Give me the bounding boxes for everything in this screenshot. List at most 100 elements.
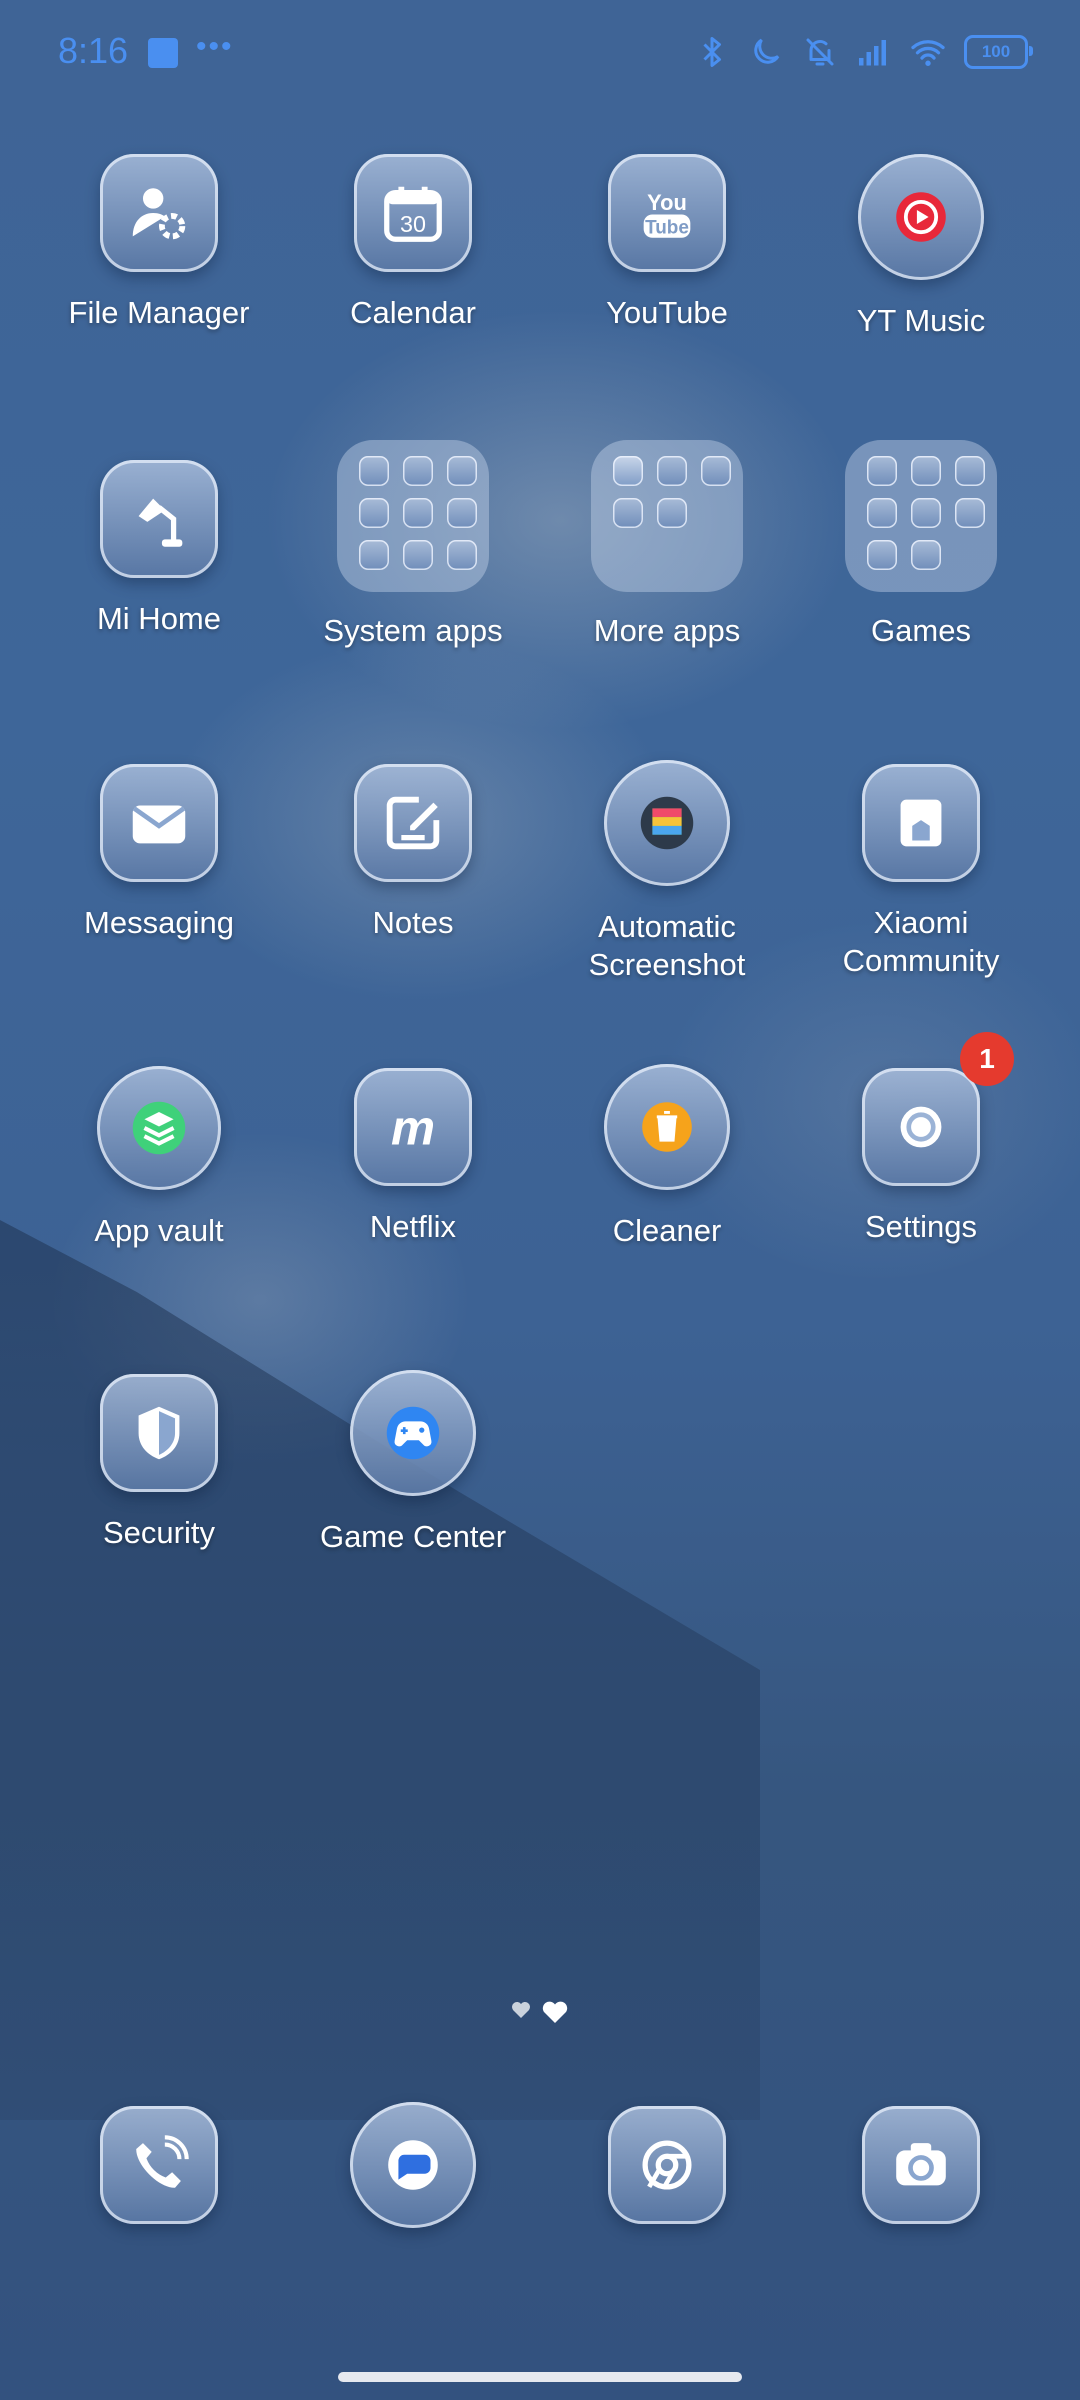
mini-app-icon bbox=[657, 498, 687, 528]
app-vault-icon bbox=[97, 1066, 221, 1190]
more-apps-folder-icon bbox=[591, 440, 743, 592]
file-manager-icon bbox=[100, 154, 218, 272]
dock-messages[interactable] bbox=[286, 2102, 540, 2228]
app-label-line1: Automatic bbox=[598, 909, 736, 944]
mini-app-icon bbox=[955, 498, 985, 528]
stop-square-icon bbox=[148, 38, 178, 68]
mini-app-icon bbox=[613, 456, 643, 486]
dock-camera[interactable] bbox=[794, 2106, 1048, 2224]
app-label: Mi Home bbox=[96, 601, 221, 636]
bluetooth-icon bbox=[703, 37, 721, 67]
mini-app-icon bbox=[447, 498, 477, 528]
phone-icon bbox=[100, 2106, 218, 2224]
app-netflix[interactable]: m Netflix bbox=[286, 1068, 540, 1246]
app-cleaner[interactable]: Cleaner bbox=[540, 1064, 794, 1250]
moon-icon bbox=[754, 38, 780, 64]
folder-system-apps[interactable]: System apps bbox=[286, 440, 540, 650]
app-label: App vault bbox=[94, 1213, 224, 1248]
folder-games[interactable]: Games bbox=[794, 440, 1048, 650]
page-dot-heart-active-icon bbox=[542, 2001, 568, 2023]
yt-music-icon bbox=[858, 154, 984, 280]
page-indicator bbox=[0, 1992, 1080, 2033]
dock-chrome[interactable] bbox=[540, 2106, 794, 2224]
mini-app-icon bbox=[657, 456, 687, 486]
home-gesture-bar[interactable] bbox=[338, 2372, 742, 2382]
app-file-manager[interactable]: File Manager bbox=[32, 154, 286, 332]
app-app-vault[interactable]: App vault bbox=[32, 1066, 286, 1250]
trash-icon bbox=[604, 1064, 730, 1190]
camera-icon bbox=[862, 2106, 980, 2224]
app-calendar[interactable]: 30 Calendar bbox=[286, 154, 540, 332]
mini-app-icon bbox=[867, 540, 897, 570]
app-label-line2: Community bbox=[842, 943, 1000, 978]
mini-app-icon bbox=[359, 456, 389, 486]
app-settings[interactable]: 1 Settings bbox=[794, 1032, 1048, 1246]
app-label: Notes bbox=[372, 905, 454, 940]
notification-badge: 1 bbox=[960, 1032, 1014, 1086]
messages-icon bbox=[350, 2102, 476, 2228]
app-automatic-screenshot[interactable]: Automatic Screenshot bbox=[540, 760, 794, 984]
app-xiaomi-community[interactable]: Xiaomi Community bbox=[794, 764, 1048, 980]
more-dots-icon: ••• bbox=[196, 30, 234, 63]
calendar-icon: 30 bbox=[354, 154, 472, 272]
mini-app-icon bbox=[359, 540, 389, 570]
app-label: Settings bbox=[864, 1209, 977, 1244]
mini-app-icon bbox=[911, 540, 941, 570]
mini-app-icon bbox=[701, 456, 731, 486]
folder-more-apps[interactable]: More apps bbox=[540, 440, 794, 650]
mini-app-icon bbox=[613, 498, 643, 528]
app-label: Cleaner bbox=[612, 1213, 722, 1248]
mini-app-icon bbox=[867, 456, 897, 486]
battery-level: 100 bbox=[981, 42, 1011, 61]
community-icon bbox=[862, 764, 980, 882]
app-label: Game Center bbox=[319, 1519, 507, 1554]
status-bar: 8:16 ••• 100 bbox=[0, 0, 1080, 110]
svg-text:m: m bbox=[391, 1100, 435, 1156]
dock-phone[interactable] bbox=[32, 2106, 286, 2224]
mini-app-icon bbox=[403, 456, 433, 486]
game-controller-icon bbox=[350, 1370, 476, 1496]
app-label: Xiaomi Community bbox=[794, 904, 1048, 980]
chrome-icon bbox=[608, 2106, 726, 2224]
bell-off-icon bbox=[806, 38, 834, 66]
settings-icon bbox=[862, 1068, 980, 1186]
battery-icon: 100 bbox=[964, 35, 1033, 69]
mini-app-icon bbox=[359, 498, 389, 528]
app-notes[interactable]: Notes bbox=[286, 764, 540, 942]
system-apps-folder-icon bbox=[337, 440, 489, 592]
mini-app-icon bbox=[447, 456, 477, 486]
app-label: Calendar bbox=[350, 295, 476, 330]
app-label-line1: Xiaomi bbox=[873, 905, 969, 940]
app-label: Automatic Screenshot bbox=[540, 908, 794, 984]
wallpaper-building bbox=[0, 1220, 760, 2120]
mini-app-icon bbox=[911, 456, 941, 486]
app-mi-home[interactable]: Mi Home bbox=[32, 460, 286, 638]
signal-icon bbox=[859, 40, 886, 66]
app-messaging[interactable]: Messaging bbox=[32, 764, 286, 942]
app-label: YT Music bbox=[856, 303, 986, 338]
mini-app-icon bbox=[403, 498, 433, 528]
envelope-icon bbox=[100, 764, 218, 882]
status-time: 8:16 bbox=[58, 30, 129, 71]
app-label: File Manager bbox=[68, 295, 250, 330]
app-label: Netflix bbox=[369, 1209, 457, 1244]
app-label: YouTube bbox=[606, 295, 728, 330]
mini-app-icon bbox=[955, 456, 985, 486]
app-yt-music[interactable]: YT Music bbox=[794, 154, 1048, 340]
app-game-center[interactable]: Game Center bbox=[286, 1370, 540, 1556]
screenshot-icon bbox=[604, 760, 730, 886]
dock bbox=[0, 2102, 1080, 2230]
app-youtube[interactable]: You Tube YouTube bbox=[540, 154, 794, 332]
netflix-icon: m bbox=[354, 1068, 472, 1186]
lamp-icon bbox=[100, 460, 218, 578]
folder-label: System apps bbox=[323, 613, 503, 648]
calendar-day: 30 bbox=[400, 211, 426, 237]
mini-app-icon bbox=[867, 498, 897, 528]
svg-text:You: You bbox=[647, 190, 687, 215]
mini-app-icon bbox=[403, 540, 433, 570]
youtube-icon: You Tube bbox=[608, 154, 726, 272]
app-label-line2: Screenshot bbox=[588, 947, 746, 982]
app-security[interactable]: Security bbox=[32, 1374, 286, 1552]
folder-label: More apps bbox=[593, 613, 741, 648]
page-dot-heart-icon bbox=[512, 2002, 530, 2018]
